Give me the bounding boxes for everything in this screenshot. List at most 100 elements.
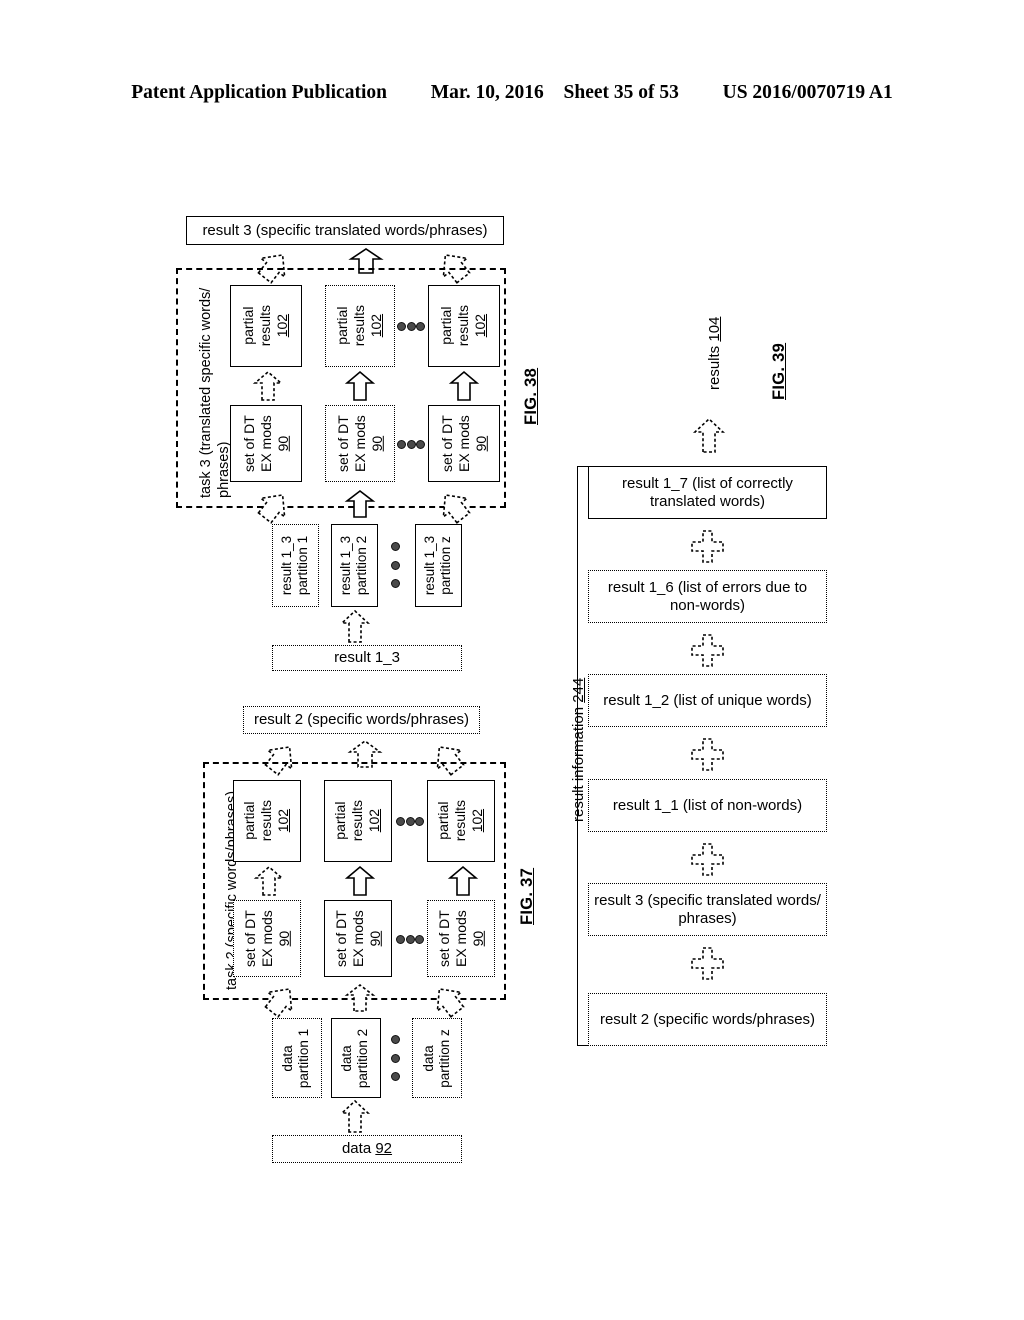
fig38-task-label-text: task 3 (translated specific words/ phras… [198,287,233,498]
fig39-row-1: result 1_7 (list of correctly translated… [588,466,827,519]
fig37-figure-label-text: FIG. 37 [518,867,536,925]
fig38-partition-2: result 1_3 partition 2 [331,524,378,607]
fig38-part2-line2: partition 2 [354,535,370,596]
fig39-row-4-line1: result 1_1 (list of non-words) [612,796,803,814]
fig38-result3-label: result 3 (specific translated words/phra… [202,221,488,239]
fig37-pr1-line1: partial [241,801,258,841]
fig39-figure-label: FIG. 39 [770,343,789,400]
fig38-pr2-line1: partial [334,306,351,346]
fig39-row-5-line2: phrases) [678,909,737,927]
fig38-pr1-ref: 102 [274,314,291,338]
ellipsis-dot [390,560,400,570]
fig37-partition-ellipsis [390,1035,400,1081]
header-patent-number: US 2016/0070719 A1 [722,82,893,103]
fig39-row-5-line1: result 3 (specific translated words/ [594,891,821,909]
fig39-figure-label-text: FIG. 39 [770,342,788,400]
fig37-mods3-ref: 90 [469,930,486,947]
fig37-mods2-line1: set of DT [332,910,349,967]
ellipsis-dot [415,934,424,944]
fig39-row-3: result 1_2 (list of unique words) [588,674,827,727]
ellipsis-dot [397,439,406,449]
fig37-pr2-line2: results [349,800,366,842]
ellipsis-dot [390,1035,400,1044]
fig39-results-label: results 104 [706,317,723,390]
fig38-dt-ex-mods-2: set of DT EX mods 90 [325,405,395,482]
fig38-result1-3-box: result 1_3 [272,645,462,671]
fig38-mods2-line1: set of DT [334,415,351,472]
fig38-figure-label: FIG. 38 [522,368,541,425]
fig37-part1-line2: partition 1 [297,1028,313,1088]
fig38-arrow-in-col2 [344,489,376,518]
fig38-part1-line2: partition 1 [295,535,311,596]
fig39-row-1-line2: translated words) [649,492,766,510]
fig38-partition-1: result 1_3 partition 1 [272,524,319,607]
fig39-output-arrow [692,417,726,453]
fig38-partial-results-1: partial results 102 [230,285,302,367]
fig37-dt-ex-mods-ellipsis [396,934,424,944]
fig39-row-4: result 1_1 (list of non-words) [588,779,827,832]
fig38-task-label: task 3 (translated specific words/ phras… [197,276,233,498]
fig37-data-label: data 92 [342,1140,392,1158]
fig38-part2-line1: result 1_3 [338,535,354,596]
fig37-arrow-data-to-partitions [339,1099,371,1133]
ellipsis-dot [416,439,425,449]
fig37-partial-results-1: partial results 102 [233,780,301,862]
fig39-plus-5 [691,947,724,980]
fig38-partition-3: result 1_3 partition z [415,524,462,607]
fig37-part3-line1: data [420,1044,436,1072]
fig38-mods1-line1: set of DT [240,415,257,472]
fig37-data-ref: 92 [375,1140,393,1158]
fig38-dt-ex-mods-1: set of DT EX mods 90 [230,405,302,482]
fig38-partial-results-2: partial results 102 [325,285,395,367]
fig38-pr1-line2: results [257,305,274,347]
fig37-arrow-in-col1 [264,982,311,1018]
fig38-pr3-line1: partial [438,306,455,346]
ellipsis-dot [397,321,406,331]
fig37-result2-box: result 2 (specific words/phrases) [243,706,480,734]
fig38-arrow-mods-to-pr-1 [252,370,284,401]
ellipsis-dot [406,321,416,331]
fig37-data-box: data 92 [272,1135,462,1163]
fig38-mods1-ref: 90 [274,435,291,452]
fig37-figure-label: FIG. 37 [518,868,537,925]
fig37-pr3-line1: partial [435,801,452,841]
fig38-mods2-ref: 90 [368,435,385,452]
fig38-arrow-mods-to-pr-2 [344,370,376,401]
fig38-figure-label-text: FIG. 38 [522,367,540,425]
fig38-part3-line2: partition z [438,536,454,595]
fig39-plus-3 [691,738,724,771]
fig37-arrow-mods-to-pr-3 [447,865,479,896]
fig37-partial-results-2: partial results 102 [324,780,392,862]
fig38-dt-ex-mods-ellipsis [397,439,425,449]
fig37-part2-line1: data [339,1044,355,1072]
fig39-row-6: result 2 (specific words/phrases) [588,993,827,1046]
fig37-mods3-line2: EX mods [452,910,469,967]
fig37-partial-results-3: partial results 102 [427,780,495,862]
fig38-pr2-line2: results [351,305,368,347]
fig37-dt-ex-mods-3: set of DT EX mods 90 [427,900,495,977]
header-date: Mar. 10, 2016 [430,82,544,103]
fig37-part1-line1: data [280,1044,296,1072]
ellipsis-dot [390,1072,400,1081]
fig38-dt-ex-mods-3: set of DT EX mods 90 [428,405,500,482]
fig38-mods3-line2: EX mods [455,415,472,472]
ellipsis-dot [390,542,400,551]
fig38-arrow-mods-to-pr-3 [448,370,480,401]
fig38-mods3-line1: set of DT [438,415,455,472]
fig37-part3-line2: partition z [437,1028,452,1088]
fig38-part3-line1: result 1_3 [422,535,438,596]
fig37-pr2-line1: partial [332,801,349,841]
fig37-pr3-ref: 102 [469,809,486,833]
fig37-pr3-line2: results [452,800,469,842]
fig37-mods1-line2: EX mods [258,910,275,967]
ellipsis-dot [405,934,415,944]
fig37-mods2-ref: 90 [366,930,383,947]
fig39-row-3-line1: result 1_2 (list of unique words) [603,691,812,709]
fig39-result-information-ref: 244 [570,677,587,703]
fig37-partition-2: data partition 2 [331,1018,381,1098]
fig38-partial-results-3: partial results 102 [428,285,500,367]
header-publication: Patent Application Publication [131,82,387,103]
fig38-result3-box: result 3 (specific translated words/phra… [186,216,504,245]
ellipsis-dot [416,321,425,331]
fig37-pr1-line2: results [258,800,275,842]
